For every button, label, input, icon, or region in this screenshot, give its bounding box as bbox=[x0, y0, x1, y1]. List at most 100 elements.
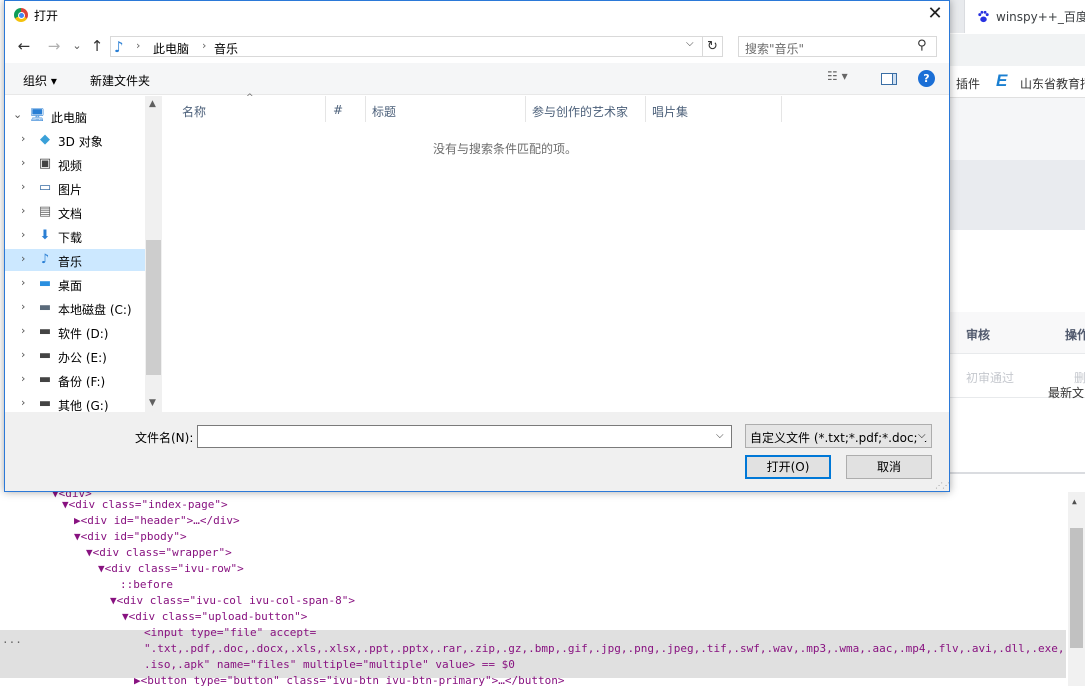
tree-item[interactable]: › ▬ 备份 (F:) bbox=[5, 369, 145, 391]
chevron-down-icon[interactable]: ⌵ bbox=[686, 38, 694, 49]
chevron-right-icon[interactable]: › bbox=[21, 324, 25, 337]
help-icon[interactable]: ? bbox=[918, 70, 935, 87]
close-button[interactable]: ✕ bbox=[925, 4, 945, 24]
tree-item[interactable]: › ▣ 视频 bbox=[5, 153, 145, 175]
dom-node-line[interactable]: ▼<div id="pbody"> bbox=[74, 529, 187, 545]
forward-button[interactable]: → bbox=[44, 36, 64, 56]
row-status: 初审通过 bbox=[966, 371, 1015, 385]
address-bar[interactable]: ♪ › 此电脑 › 音乐 ⌵ bbox=[110, 36, 703, 57]
tree-item[interactable]: › ♪ 音乐 bbox=[5, 249, 145, 271]
bookmark-edu[interactable]: 山东省教育招 bbox=[1020, 75, 1085, 92]
chevron-down-icon[interactable]: ⌄ bbox=[13, 108, 22, 121]
tree-item[interactable]: › ▬ 办公 (E:) bbox=[5, 345, 145, 367]
tree-item-label: 图片 bbox=[58, 183, 83, 197]
dialog-title: 打开 bbox=[34, 9, 59, 23]
drive-c-icon: ▬ bbox=[38, 300, 52, 315]
chevron-right-icon[interactable]: › bbox=[21, 396, 25, 409]
node-dots[interactable]: ... bbox=[2, 632, 22, 648]
tree-item[interactable]: › ▬ 桌面 bbox=[5, 273, 145, 295]
scroll-up-icon[interactable]: ▲ bbox=[1072, 494, 1077, 510]
dom-node-line[interactable]: <input type="file" accept= bbox=[144, 625, 316, 641]
chevron-right-icon[interactable]: › bbox=[21, 156, 25, 169]
tree-item-label: 此电脑 bbox=[51, 111, 88, 125]
command-bar: 组织 ▾ 新建文件夹 ☷ ▾ ? bbox=[5, 63, 949, 95]
drive-icon: ▬ bbox=[38, 324, 52, 339]
organize-button[interactable]: 组织 ▾ bbox=[23, 72, 57, 89]
resize-grip-icon[interactable]: ⋰⋰ bbox=[935, 481, 950, 490]
chevron-right-icon[interactable]: › bbox=[21, 300, 25, 313]
music-icon: ♪ bbox=[40, 252, 50, 267]
tree-item[interactable]: › ▬ 其他 (G:) bbox=[5, 393, 145, 412]
column-header-name[interactable]: 名称 bbox=[162, 96, 326, 122]
tree-item-label: 备份 (F:) bbox=[58, 375, 106, 389]
breadcrumb-this-pc[interactable]: 此电脑 bbox=[153, 40, 189, 57]
chevron-down-icon[interactable]: ⌵ bbox=[918, 430, 926, 441]
scroll-up-icon[interactable]: ▲ bbox=[149, 99, 156, 109]
dom-node-line[interactable]: .iso,.apk" name="files" multiple="multip… bbox=[144, 657, 515, 673]
tree-item[interactable]: › ▭ 图片 bbox=[5, 177, 145, 199]
dom-node-line[interactable]: ::before bbox=[120, 577, 173, 593]
column-header-album[interactable]: 唱片集 bbox=[646, 96, 782, 122]
tree-item[interactable]: › ▤ 文档 bbox=[5, 201, 145, 223]
dom-node-line[interactable]: ▼<div class="index-page"> bbox=[62, 497, 228, 513]
bookmark-plugins[interactable]: 插件 bbox=[956, 75, 980, 92]
scrollbar-thumb[interactable] bbox=[1070, 528, 1083, 648]
chevron-right-icon[interactable]: › bbox=[21, 228, 25, 241]
tree-item-label: 本地磁盘 (C:) bbox=[58, 303, 132, 317]
up-button[interactable]: ↑ bbox=[87, 36, 107, 56]
tree-item[interactable]: › ▬ 软件 (D:) bbox=[5, 321, 145, 343]
tree-item[interactable]: › ▬ 本地磁盘 (C:) bbox=[5, 297, 145, 319]
filename-label: 文件名(N): bbox=[135, 431, 194, 445]
column-header-artist[interactable]: 参与创作的艺术家 bbox=[526, 96, 646, 122]
column-header-title[interactable]: 标题 bbox=[366, 96, 526, 122]
bookmarks-bar: 插件 E 山东省教育招 bbox=[950, 66, 1085, 98]
baidu-paw-icon bbox=[978, 10, 989, 23]
devtools-scrollbar[interactable]: ▲ bbox=[1068, 492, 1085, 686]
browser-tab-title: winspy++_百度搜 bbox=[996, 10, 1085, 24]
tree-item[interactable]: › ◆ 3D 对象 bbox=[5, 129, 145, 151]
tree-item-label: 视频 bbox=[58, 159, 83, 173]
scroll-down-icon[interactable]: ▼ bbox=[149, 398, 156, 408]
dom-node-line[interactable]: ▶<div id="header">…</div> bbox=[74, 513, 240, 529]
navigation-scrollbar[interactable]: ▲ ▼ bbox=[145, 96, 162, 412]
chevron-right-icon[interactable]: › bbox=[21, 252, 25, 265]
file-type-select[interactable]: 自定义文件 (*.txt;*.pdf;*.doc;*. ⌵ bbox=[745, 424, 932, 448]
breadcrumb-separator[interactable]: › bbox=[136, 39, 140, 52]
browser-tab[interactable]: winspy++_百度搜 bbox=[964, 0, 1085, 33]
music-note-icon: ♪ bbox=[114, 38, 124, 56]
tree-item[interactable]: ⌄ 🖥 此电脑 bbox=[5, 105, 145, 127]
dom-node-line[interactable]: ".txt,.pdf,.doc,.docx,.xls,.xlsx,.ppt,.p… bbox=[144, 641, 1065, 657]
dom-node-line[interactable]: ▼<div class="wrapper"> bbox=[86, 545, 232, 561]
cancel-button[interactable]: 取消 bbox=[846, 455, 932, 479]
column-header-number[interactable]: # bbox=[326, 96, 366, 122]
new-folder-button[interactable]: 新建文件夹 bbox=[90, 72, 150, 89]
table-header-review: 审核 bbox=[966, 328, 991, 342]
tree-item[interactable]: › ⬇ 下载 bbox=[5, 225, 145, 247]
file-list[interactable]: ^ 名称 # 标题 参与创作的艺术家 唱片集 没有与搜索条件匹配的项。 bbox=[162, 93, 949, 412]
breadcrumb-music[interactable]: 音乐 bbox=[214, 40, 238, 57]
open-file-dialog: 打开 ✕ ← → ⌄ ↑ ♪ › 此电脑 › 音乐 ⌵ ↻ 搜索"音乐" ⚲ 组… bbox=[4, 0, 950, 492]
back-button[interactable]: ← bbox=[14, 36, 34, 56]
chevron-right-icon[interactable]: › bbox=[21, 180, 25, 193]
view-options-icon[interactable]: ☷ ▾ bbox=[827, 69, 848, 83]
chevron-right-icon[interactable]: › bbox=[21, 276, 25, 289]
chevron-down-icon[interactable]: ⌵ bbox=[716, 430, 724, 441]
search-input[interactable]: 搜索"音乐" ⚲ bbox=[738, 36, 937, 57]
dom-node-line[interactable]: ▼<div class="upload-button"> bbox=[122, 609, 307, 625]
chevron-right-icon[interactable]: › bbox=[21, 372, 25, 385]
chrome-icon bbox=[14, 8, 28, 22]
dom-node-line[interactable]: ▼<div class="ivu-col ivu-col-span-8"> bbox=[110, 593, 355, 609]
recent-locations-button[interactable]: ⌄ bbox=[67, 36, 87, 56]
chevron-right-icon[interactable]: › bbox=[21, 348, 25, 361]
breadcrumb-separator[interactable]: › bbox=[202, 39, 206, 52]
dom-node-line[interactable]: ▼<div class="ivu-row"> bbox=[98, 561, 244, 577]
chevron-right-icon[interactable]: › bbox=[21, 132, 25, 145]
open-button[interactable]: 打开(O) bbox=[745, 455, 831, 479]
chevron-right-icon[interactable]: › bbox=[21, 204, 25, 217]
search-icon: ⚲ bbox=[917, 38, 927, 53]
scrollbar-thumb[interactable] bbox=[146, 240, 161, 375]
filename-input[interactable]: ⌵ bbox=[197, 425, 732, 448]
dom-node-line[interactable]: ▶<button type="button" class="ivu-btn iv… bbox=[134, 673, 564, 686]
preview-pane-icon[interactable] bbox=[881, 73, 897, 85]
refresh-button[interactable]: ↻ bbox=[703, 36, 723, 57]
